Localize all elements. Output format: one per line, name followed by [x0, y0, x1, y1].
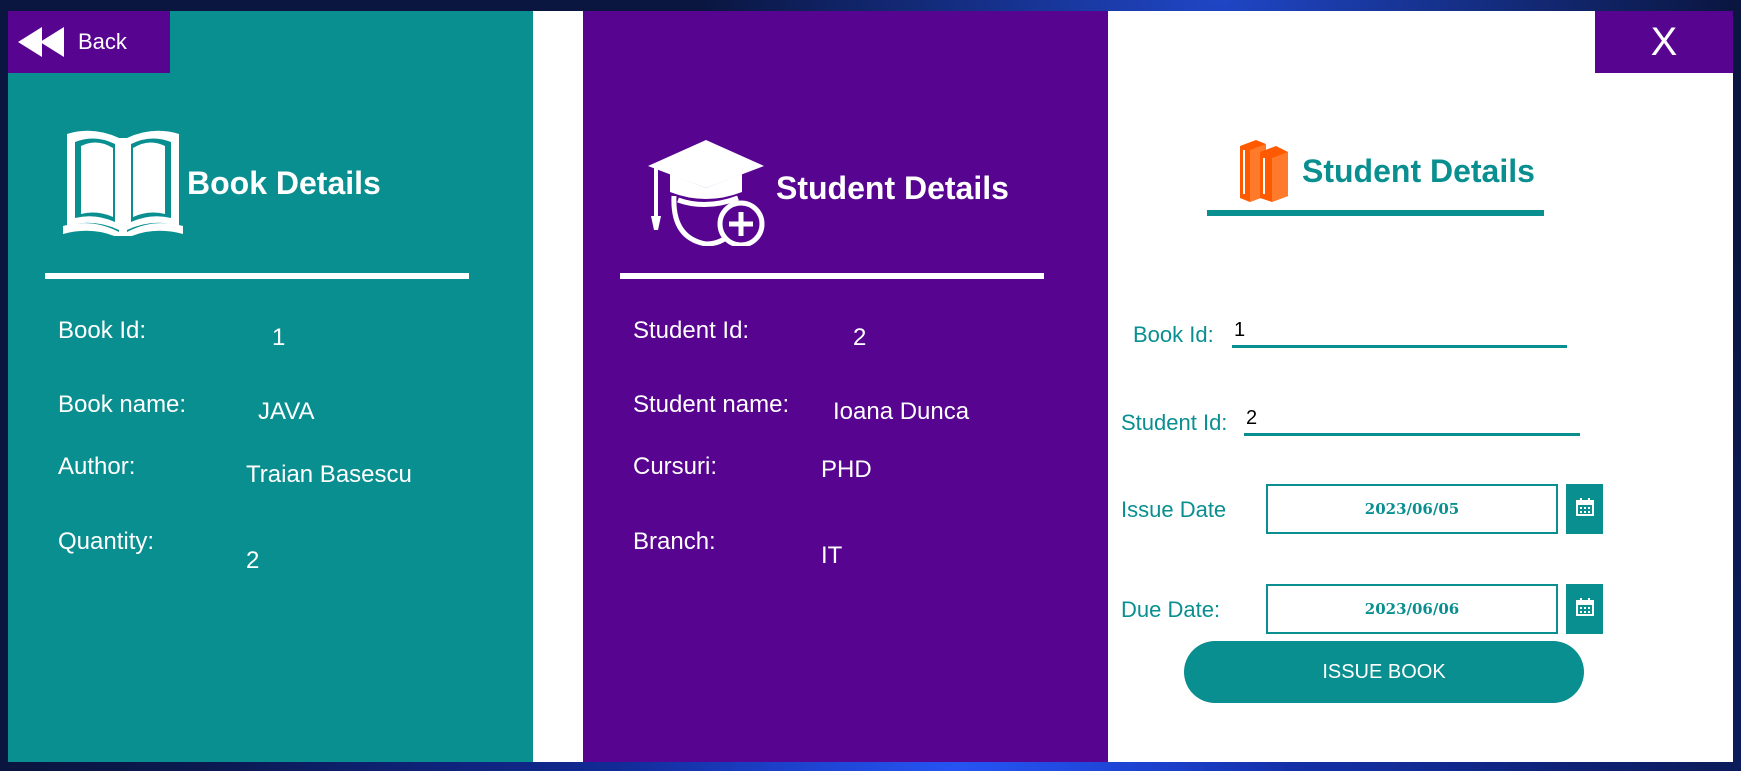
student-details-panel: Student Details Student Id: 2 Student na…: [583, 11, 1108, 762]
student-name-value: Ioana Dunca: [833, 398, 970, 425]
student-details-header: Student Details: [648, 126, 1009, 250]
calendar-icon: [1575, 598, 1594, 620]
student-name-label: Student name:: [633, 391, 790, 418]
form-student-id-label: Student Id:: [1121, 410, 1228, 435]
issue-form-divider: [1207, 210, 1544, 216]
books-icon: [1236, 136, 1292, 206]
rewind-icon: [18, 27, 68, 57]
issue-book-button[interactable]: ISSUE BOOK: [1184, 641, 1584, 703]
issue-date-field[interactable]: 2023/06/05: [1266, 484, 1558, 534]
quantity-label: Quantity:: [58, 528, 155, 555]
open-book-icon: [63, 126, 183, 240]
student-details-title: Student Details: [776, 169, 1009, 206]
due-date-field[interactable]: 2023/06/06: [1266, 584, 1558, 634]
back-button[interactable]: Back: [8, 11, 170, 73]
issue-form-title: Student Details: [1302, 152, 1535, 189]
close-button[interactable]: X: [1595, 11, 1733, 73]
courses-value: PHD: [821, 456, 872, 483]
author-value: Traian Basescu: [246, 461, 412, 488]
issue-form-header: Student Details: [1236, 136, 1535, 206]
courses-label: Cursuri:: [633, 453, 718, 480]
branch-label: Branch:: [633, 528, 716, 555]
form-book-id-label: Book Id:: [1133, 322, 1214, 347]
calendar-icon: [1575, 498, 1594, 520]
back-label: Back: [78, 29, 127, 54]
issue-form-panel: X Student Details Book Id: Student Id: I…: [1108, 11, 1733, 762]
student-id-label: Student Id:: [633, 317, 750, 344]
due-date-label: Due Date:: [1121, 597, 1221, 622]
graduate-add-icon: [648, 126, 766, 250]
book-details-title: Book Details: [187, 164, 381, 201]
book-id-label: Book Id:: [58, 317, 147, 344]
student-id-input[interactable]: [1244, 403, 1580, 436]
student-id-value: 2: [853, 324, 867, 351]
book-id-input[interactable]: [1232, 316, 1567, 348]
quantity-value: 2: [246, 547, 260, 574]
author-label: Author:: [58, 453, 136, 480]
book-name-value: JAVA: [258, 398, 315, 425]
branch-value: IT: [821, 542, 843, 569]
book-details-divider: [45, 273, 469, 279]
book-name-label: Book name:: [58, 391, 187, 418]
student-details-divider: [620, 273, 1044, 279]
due-date-calendar-button[interactable]: [1566, 584, 1603, 634]
book-details-header: Book Details: [63, 126, 381, 240]
issue-date-label: Issue Date: [1121, 497, 1227, 522]
issue-book-window: Back Book Details Book Id: 1 Book name: …: [8, 11, 1733, 762]
issue-date-calendar-button[interactable]: [1566, 484, 1603, 534]
book-details-panel: Back Book Details Book Id: 1 Book name: …: [8, 11, 533, 762]
book-id-value: 1: [272, 324, 286, 351]
